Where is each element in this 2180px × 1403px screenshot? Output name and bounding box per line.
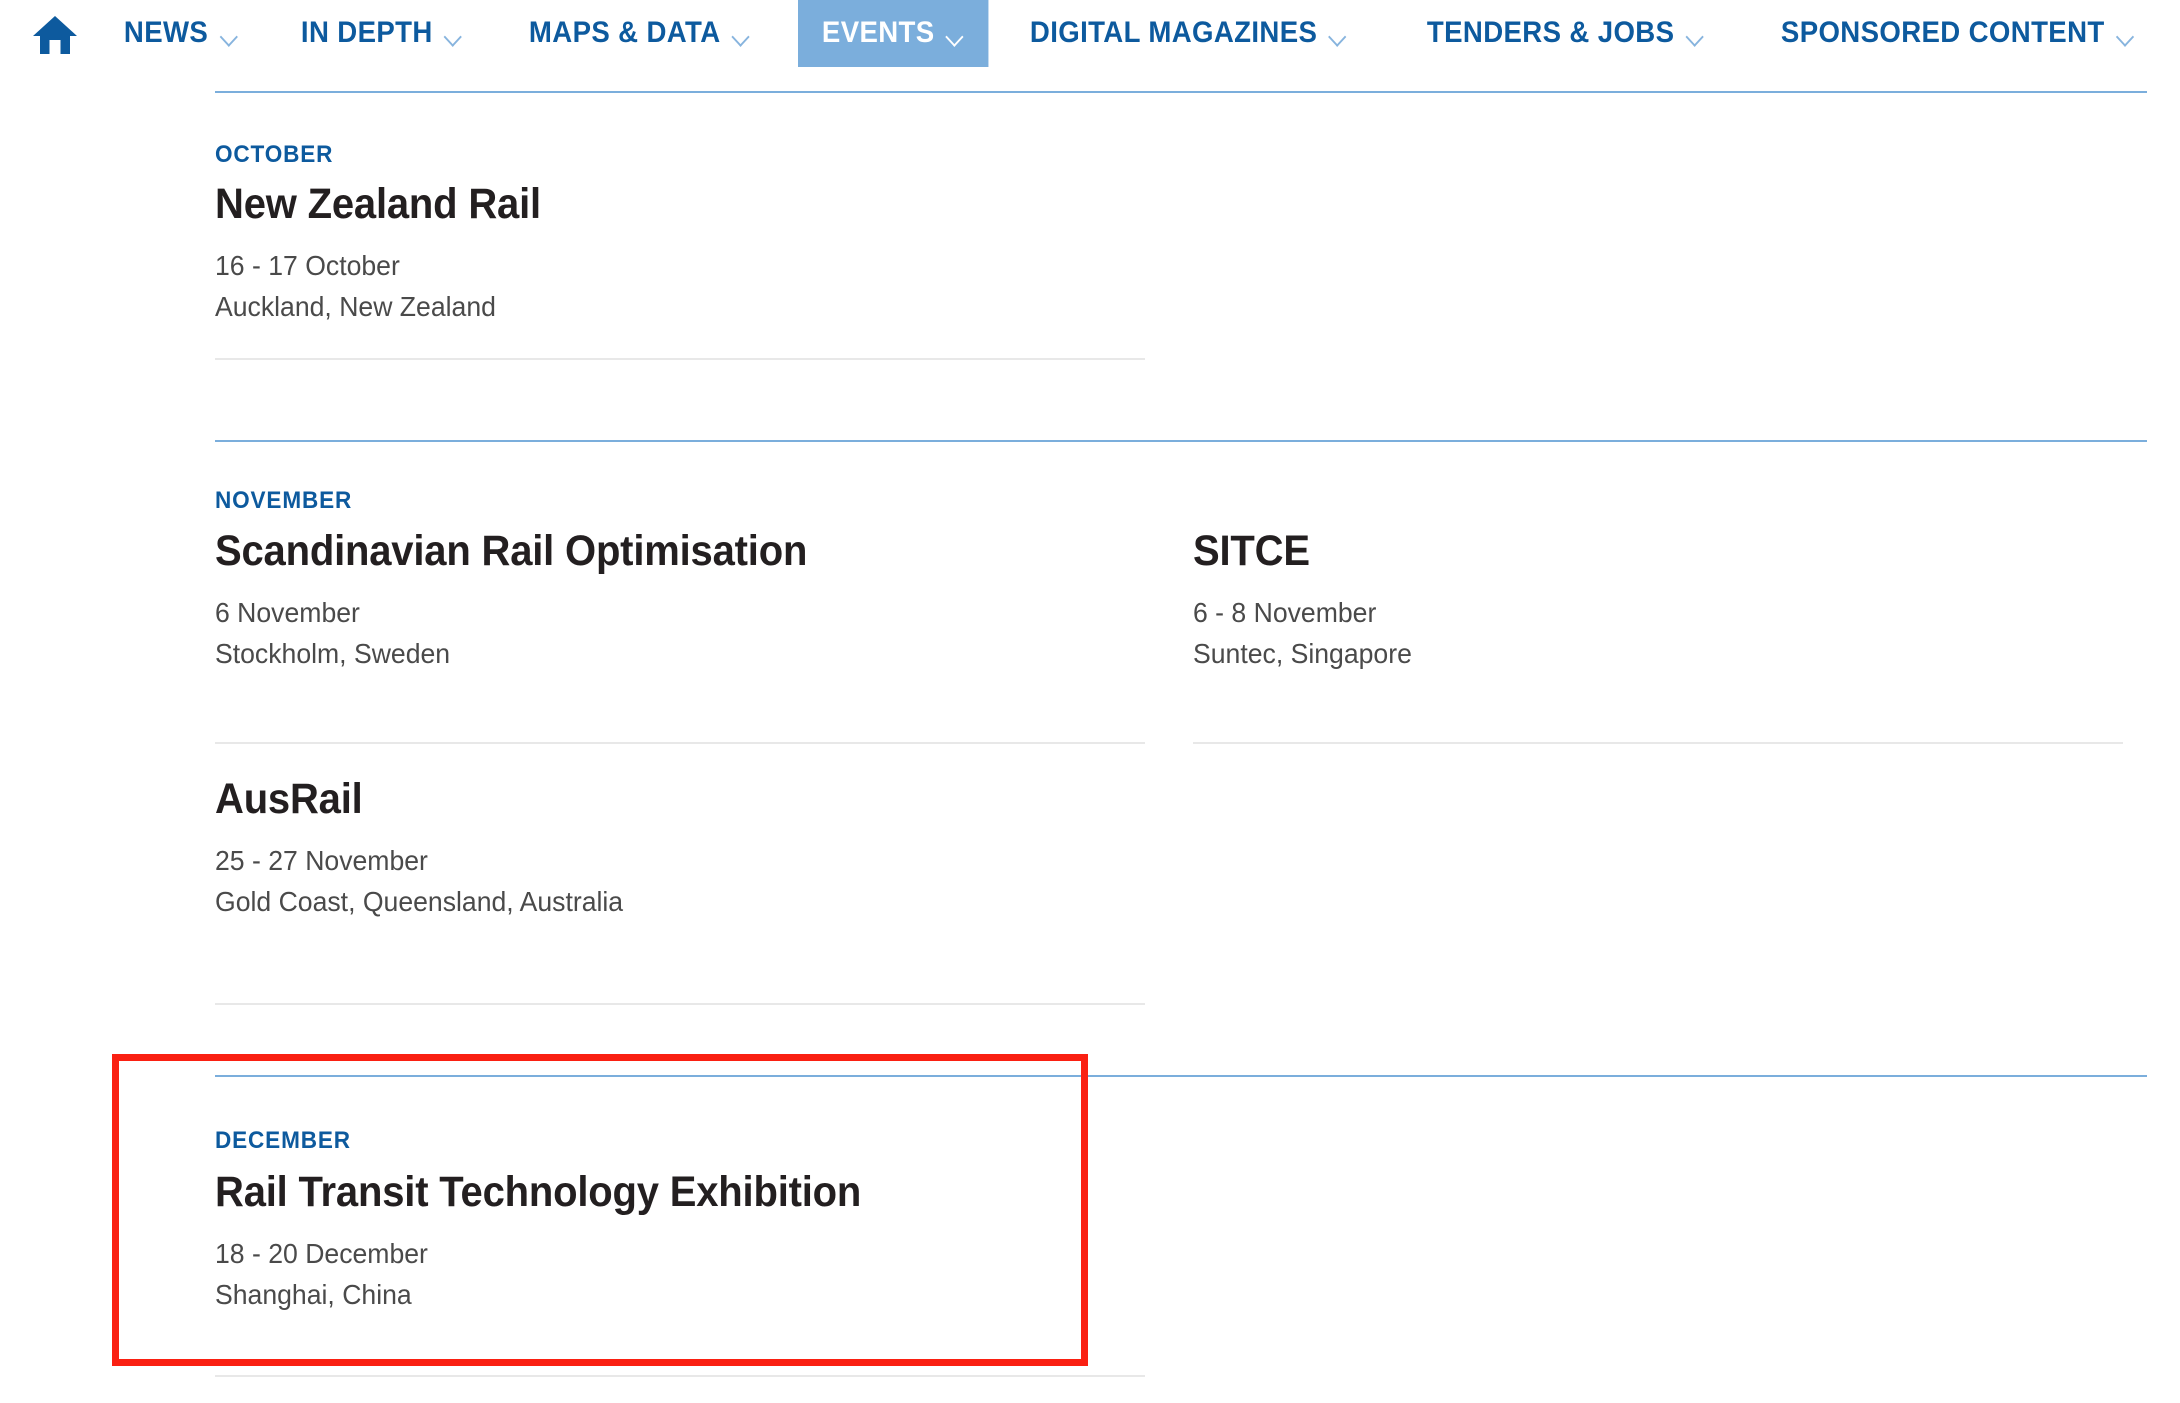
chevron-down-icon xyxy=(444,30,462,41)
chevron-down-icon xyxy=(1686,30,1704,41)
event-location: Gold Coast, Queensland, Australia xyxy=(215,886,624,918)
nav-item-label: NEWS xyxy=(123,15,209,49)
nav-item-digital-magazines[interactable]: DIGITAL MAGAZINES xyxy=(1006,0,1372,67)
event-title[interactable]: Rail Transit Technology Exhibition xyxy=(215,1169,1080,1215)
event-location: Shanghai, China xyxy=(215,1279,412,1311)
event-divider xyxy=(215,1375,1145,1377)
nav-item-news[interactable]: NEWS xyxy=(100,0,262,67)
nav-item-label: IN DEPTH xyxy=(300,15,433,49)
nav-item-label: TENDERS & JOBS xyxy=(1426,15,1675,49)
event-title[interactable]: AusRail xyxy=(215,776,1080,822)
event-date: 16 - 17 October xyxy=(215,250,400,282)
section-divider-october xyxy=(215,91,2147,93)
event-divider xyxy=(215,358,1145,360)
chevron-down-icon xyxy=(947,30,965,41)
home-button[interactable] xyxy=(0,0,100,67)
event-date: 6 - 8 November xyxy=(1193,597,1377,629)
event-date: 18 - 20 December xyxy=(215,1238,428,1270)
event-divider xyxy=(215,742,1145,744)
event-card-new-zealand-rail[interactable]: New Zealand Rail 16 - 17 October Aucklan… xyxy=(215,181,1145,323)
event-location: Suntec, Singapore xyxy=(1193,638,1412,670)
event-title[interactable]: Scandinavian Rail Optimisation xyxy=(215,528,1080,574)
section-divider-december xyxy=(215,1075,2147,1077)
nav-item-maps-and-data[interactable]: MAPS & DATA xyxy=(505,0,775,67)
chevron-down-icon xyxy=(220,30,238,41)
chevron-down-icon xyxy=(1329,30,1347,41)
event-title[interactable]: SITCE xyxy=(1193,528,2058,574)
home-icon xyxy=(32,13,78,55)
event-divider xyxy=(215,1003,1145,1005)
event-location: Auckland, New Zealand xyxy=(215,291,496,323)
event-location: Stockholm, Sweden xyxy=(215,638,451,670)
month-heading-december: DECEMBER xyxy=(215,1127,351,1154)
event-card-scandinavian-rail-optimisation[interactable]: Scandinavian Rail Optimisation 6 Novembe… xyxy=(215,528,1145,670)
nav-item-in-depth[interactable]: IN DEPTH xyxy=(277,0,487,67)
section-divider-november xyxy=(215,440,2147,442)
main-navigation-bar: NEWS IN DEPTH MAPS & DATA EVENTS DIGITAL… xyxy=(0,0,2180,67)
chevron-down-icon xyxy=(732,30,750,41)
nav-item-events[interactable]: EVENTS xyxy=(798,0,989,67)
nav-item-label: MAPS & DATA xyxy=(528,15,721,49)
event-card-ausrail[interactable]: AusRail 25 - 27 November Gold Coast, Que… xyxy=(215,776,1145,918)
event-title[interactable]: New Zealand Rail xyxy=(215,181,1080,227)
event-divider xyxy=(1193,742,2123,744)
event-card-rail-transit-technology-exhibition[interactable]: Rail Transit Technology Exhibition 18 - … xyxy=(215,1169,1145,1311)
event-card-sitce[interactable]: SITCE 6 - 8 November Suntec, Singapore xyxy=(1193,528,2123,670)
nav-item-label: DIGITAL MAGAZINES xyxy=(1029,15,1317,49)
nav-item-sponsored-content[interactable]: SPONSORED CONTENT xyxy=(1757,0,2159,67)
event-date: 6 November xyxy=(215,597,360,629)
month-heading-november: NOVEMBER xyxy=(215,487,353,514)
chevron-down-icon xyxy=(2116,30,2134,41)
nav-item-tenders-and-jobs[interactable]: TENDERS & JOBS xyxy=(1403,0,1729,67)
nav-item-label: EVENTS xyxy=(822,15,935,49)
event-date: 25 - 27 November xyxy=(215,845,428,877)
nav-item-label: SPONSORED CONTENT xyxy=(1780,15,2105,49)
month-heading-october: OCTOBER xyxy=(215,141,334,168)
